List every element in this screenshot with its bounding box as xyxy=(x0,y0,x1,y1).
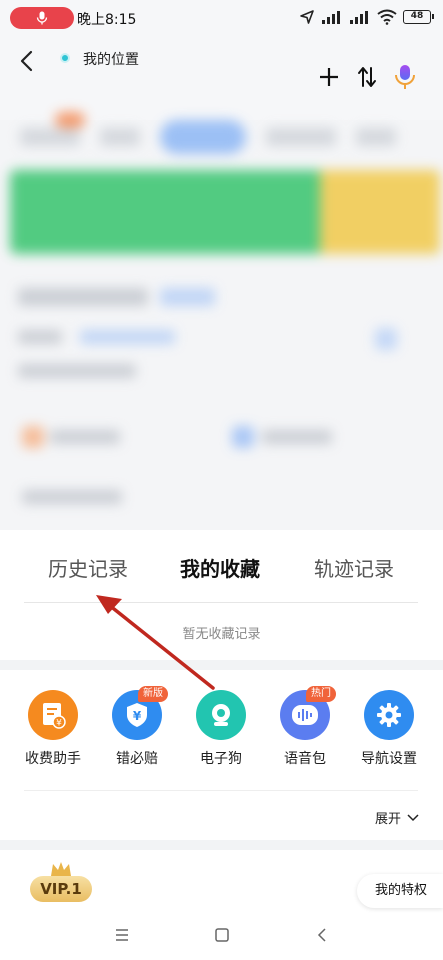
tools-divider xyxy=(24,790,418,791)
battery-indicator: 48 xyxy=(403,10,434,24)
start-point-icon xyxy=(60,53,70,63)
microphone-icon xyxy=(395,65,415,89)
tool-voice-pack[interactable]: 热门 语音包 xyxy=(263,686,347,768)
signal-1-icon xyxy=(322,11,340,24)
compensation-shield-icon: ¥ 新版 xyxy=(112,686,168,740)
back-button[interactable] xyxy=(14,48,40,74)
record-tabs: 历史记录 我的收藏 轨迹记录 xyxy=(0,530,443,602)
tabs-divider xyxy=(24,602,418,603)
menu-icon xyxy=(115,929,128,941)
bottom-sheet: 历史记录 我的收藏 轨迹记录 暂无收藏记录 ¥ 收费助手 ¥ 新版 错必赔 电子… xyxy=(0,530,443,960)
section-separator xyxy=(0,660,443,670)
swap-icon xyxy=(358,67,376,87)
back-nav-button[interactable] xyxy=(312,925,332,945)
chevron-left-icon xyxy=(20,50,33,72)
chevron-down-icon xyxy=(407,813,419,821)
camera-icon xyxy=(196,690,246,740)
expand-button[interactable]: 展开 xyxy=(375,808,419,827)
empty-favorites-text: 暂无收藏记录 xyxy=(182,627,261,642)
tool-label: 电子狗 xyxy=(200,751,242,767)
expand-label: 展开 xyxy=(374,812,401,827)
wifi-icon xyxy=(377,9,397,25)
start-location-field[interactable]: 我的位置 xyxy=(83,49,139,69)
toll-assistant-icon: ¥ xyxy=(28,690,78,740)
tool-electronic-dog[interactable]: 电子狗 xyxy=(179,690,263,768)
add-waypoint-button[interactable] xyxy=(317,64,341,90)
home-nav-button[interactable] xyxy=(212,925,232,945)
status-bar: 晚上8:15 48 xyxy=(0,0,443,36)
gear-icon xyxy=(364,690,414,740)
voice-pack-icon: 热门 xyxy=(280,686,336,740)
mic-recording-pill[interactable] xyxy=(10,7,74,29)
hot-badge: 热门 xyxy=(306,686,336,702)
my-privileges-button[interactable]: 我的特权 xyxy=(356,874,443,908)
svg-text:¥: ¥ xyxy=(56,719,62,729)
vip-level-badge[interactable]: VIP.1 xyxy=(24,860,98,904)
signal-2-icon xyxy=(350,11,368,24)
clock-time: 晚上8:15 xyxy=(77,12,137,28)
system-nav-bar xyxy=(0,910,443,960)
tool-label: 语音包 xyxy=(284,751,326,767)
vip-label: VIP.1 xyxy=(30,876,92,902)
svg-text:¥: ¥ xyxy=(133,709,142,723)
blurred-background-content xyxy=(0,100,443,530)
voice-search-button[interactable] xyxy=(393,64,417,90)
tool-label: 导航设置 xyxy=(361,751,417,767)
swap-route-button[interactable] xyxy=(355,64,379,90)
new-version-badge: 新版 xyxy=(138,686,168,702)
tool-toll-assistant[interactable]: ¥ 收费助手 xyxy=(11,690,95,768)
plus-icon xyxy=(320,68,338,86)
menu-nav-button[interactable] xyxy=(112,925,132,945)
microphone-icon xyxy=(36,11,48,25)
tool-compensation[interactable]: ¥ 新版 错必赔 xyxy=(95,686,179,768)
tab-favorites[interactable]: 我的收藏 xyxy=(180,553,260,582)
location-arrow-icon xyxy=(300,10,314,24)
tab-history[interactable]: 历史记录 xyxy=(48,553,128,582)
tool-label: 错必赔 xyxy=(116,751,158,767)
section-separator xyxy=(0,840,443,850)
tool-grid: ¥ 收费助手 ¥ 新版 错必赔 电子狗 热门 语音包 导航设置 xyxy=(0,686,443,780)
tool-nav-settings[interactable]: 导航设置 xyxy=(347,690,431,768)
square-icon xyxy=(214,928,229,942)
tool-label: 收费助手 xyxy=(25,751,81,767)
tab-track[interactable]: 轨迹记录 xyxy=(314,553,394,582)
chevron-left-icon xyxy=(317,928,326,942)
